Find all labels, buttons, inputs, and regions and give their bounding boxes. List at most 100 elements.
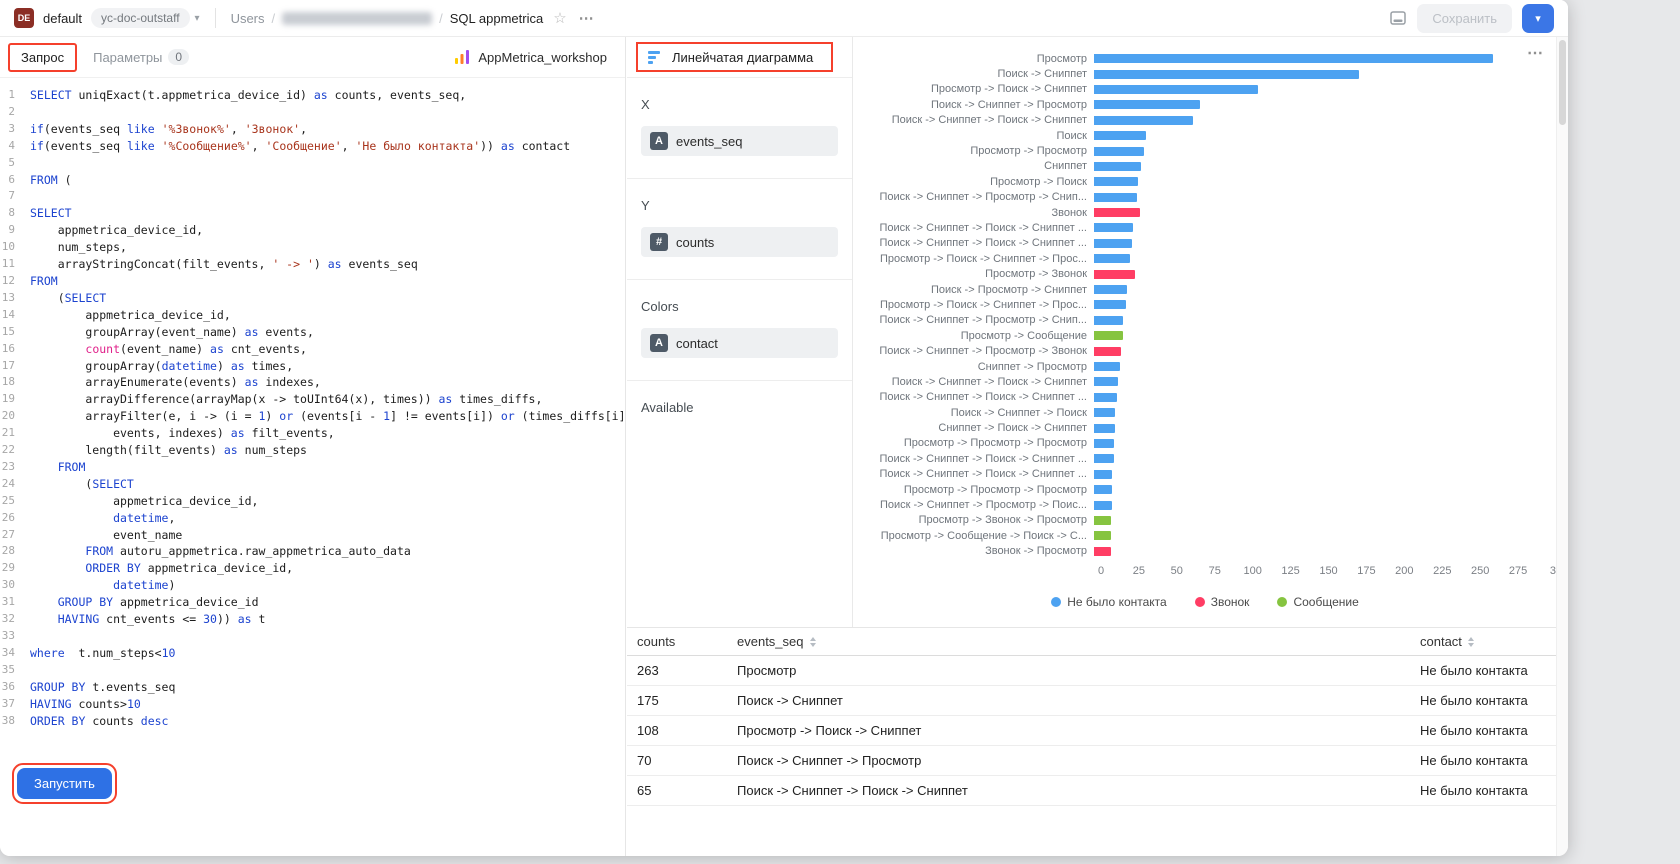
bar[interactable]	[1094, 70, 1359, 79]
legend-dot	[1051, 597, 1061, 607]
chart-bar-row: Поиск -> Сниппет -> Просмотр -> Снип...	[854, 313, 1556, 328]
bar[interactable]	[1094, 223, 1133, 232]
section-label: Y	[641, 198, 838, 213]
line-number: 8	[0, 205, 30, 222]
field-chip-events_seq[interactable]: Aevents_seq	[641, 126, 838, 156]
sql-code-editor[interactable]: 1SELECT uniqExact(t.appmetrica_device_id…	[0, 79, 625, 756]
bar[interactable]	[1094, 424, 1115, 433]
chevron-down-icon[interactable]: ▾	[195, 13, 200, 24]
run-button[interactable]: Запустить	[17, 768, 112, 799]
breadcrumb-user-redacted[interactable]	[282, 12, 432, 25]
bar-category-label: Просмотр	[854, 53, 1094, 65]
field-chip-contact[interactable]: Acontact	[641, 328, 838, 358]
bar[interactable]	[1094, 116, 1193, 125]
code-line: 14 appmetrica_device_id,	[0, 307, 625, 324]
chart-bar-row: Просмотр -> Сообщение	[854, 328, 1556, 343]
bar-category-label: Поиск -> Сниппет -> Поиск -> Сниппет	[854, 376, 1094, 388]
chart-bar-row: Просмотр -> Сообщение -> Поиск -> С...	[854, 528, 1556, 543]
scrollbar-thumb[interactable]	[1559, 40, 1566, 125]
bar[interactable]	[1094, 516, 1111, 525]
save-button[interactable]: Сохранить	[1417, 4, 1512, 33]
bar[interactable]	[1094, 162, 1141, 171]
bar[interactable]	[1094, 270, 1135, 279]
bar[interactable]	[1094, 131, 1146, 140]
bar[interactable]	[1094, 100, 1200, 109]
bar[interactable]	[1094, 454, 1114, 463]
bar[interactable]	[1094, 193, 1137, 202]
column-header-counts[interactable]: counts	[637, 634, 737, 649]
line-number: 36	[0, 679, 30, 696]
line-number: 28	[0, 543, 30, 560]
more-menu-icon[interactable]: ⋯	[579, 9, 595, 27]
app-logo[interactable]: DE	[14, 8, 34, 28]
vertical-scrollbar[interactable]	[1556, 37, 1568, 856]
bar[interactable]	[1094, 470, 1112, 479]
bar[interactable]	[1094, 501, 1112, 510]
chart-bar-row: Сниппет -> Поиск -> Сниппет	[854, 420, 1556, 435]
legend-item[interactable]: Не было контакта	[1051, 595, 1166, 609]
legend-item[interactable]: Сообщение	[1277, 595, 1358, 609]
table-cell: Не было контакта	[1420, 783, 1556, 798]
line-number: 6	[0, 172, 30, 189]
chart-type-label[interactable]: Линейчатая диаграмма	[672, 50, 813, 65]
bar[interactable]	[1094, 285, 1127, 294]
chart-bar-row: Поиск -> Сниппет -> Просмотр -> Снип...	[854, 190, 1556, 205]
bar[interactable]	[1094, 300, 1126, 309]
bar[interactable]	[1094, 408, 1115, 417]
bar-chart: ПросмотрПоиск -> СниппетПросмотр -> Поис…	[854, 51, 1556, 559]
code-line: 18 arrayEnumerate(events) as indexes,	[0, 374, 625, 391]
app-window: DE default yc-doc-outstaff ▾ Users / / S…	[0, 0, 1568, 856]
bar[interactable]	[1094, 147, 1144, 156]
bar[interactable]	[1094, 316, 1123, 325]
bar[interactable]	[1094, 347, 1121, 356]
bar-category-label: Просмотр -> Сообщение	[854, 330, 1094, 342]
breadcrumb-page-title: SQL appmetrica	[450, 11, 543, 26]
chart-bar-row: Звонок -> Просмотр	[854, 544, 1556, 559]
code-line: 7	[0, 188, 625, 205]
line-number: 32	[0, 611, 30, 628]
line-number: 12	[0, 273, 30, 290]
breadcrumb-users[interactable]: Users	[231, 11, 265, 26]
tab-query[interactable]: Запрос	[10, 45, 75, 70]
field-chip-counts[interactable]: #counts	[641, 227, 838, 257]
x-axis-tick: 275	[1509, 565, 1527, 577]
breadcrumb-separator: /	[272, 11, 276, 26]
legend-item[interactable]: Звонок	[1195, 595, 1250, 609]
bar[interactable]	[1094, 85, 1258, 94]
line-number: 26	[0, 510, 30, 527]
column-header-events_seq[interactable]: events_seq	[737, 634, 1420, 649]
connection-link[interactable]: AppMetrica_workshop	[454, 49, 617, 65]
column-header-contact[interactable]: contact	[1420, 634, 1556, 649]
bar[interactable]	[1094, 485, 1112, 494]
bar[interactable]	[1094, 331, 1123, 340]
star-icon[interactable]: ☆	[553, 11, 566, 26]
bar-category-label: Поиск -> Сниппет -> Просмотр -> Снип...	[854, 191, 1094, 203]
bar[interactable]	[1094, 377, 1118, 386]
tab-parameters[interactable]: Параметры 0	[93, 49, 189, 65]
line-number: 38	[0, 713, 30, 730]
line-number: 33	[0, 628, 30, 645]
line-number: 1	[0, 87, 30, 104]
bar[interactable]	[1094, 439, 1114, 448]
layout-panel-icon[interactable]	[1389, 9, 1407, 27]
x-axis-tick: 175	[1357, 565, 1375, 577]
parameters-count-badge: 0	[168, 49, 189, 65]
bar[interactable]	[1094, 54, 1493, 63]
bar[interactable]	[1094, 177, 1138, 186]
bar[interactable]	[1094, 254, 1130, 263]
folder-pill[interactable]: yc-doc-outstaff	[91, 8, 189, 28]
bar[interactable]	[1094, 531, 1111, 540]
bar[interactable]	[1094, 239, 1132, 248]
save-dropdown-button[interactable]: ▾	[1522, 4, 1554, 33]
scope-name[interactable]: default	[43, 11, 82, 26]
chart-bar-row: Просмотр -> Поиск -> Сниппет -> Прос...	[854, 297, 1556, 312]
table-cell: 175	[637, 693, 737, 708]
bar[interactable]	[1094, 393, 1117, 402]
bar[interactable]	[1094, 547, 1111, 556]
bar[interactable]	[1094, 208, 1140, 217]
legend-dot	[1277, 597, 1287, 607]
table-cell: Поиск -> Сниппет -> Поиск -> Сниппет	[737, 783, 1420, 798]
legend-label: Сообщение	[1293, 595, 1358, 609]
code-line: 37HAVING counts>10	[0, 696, 625, 713]
bar[interactable]	[1094, 362, 1120, 371]
